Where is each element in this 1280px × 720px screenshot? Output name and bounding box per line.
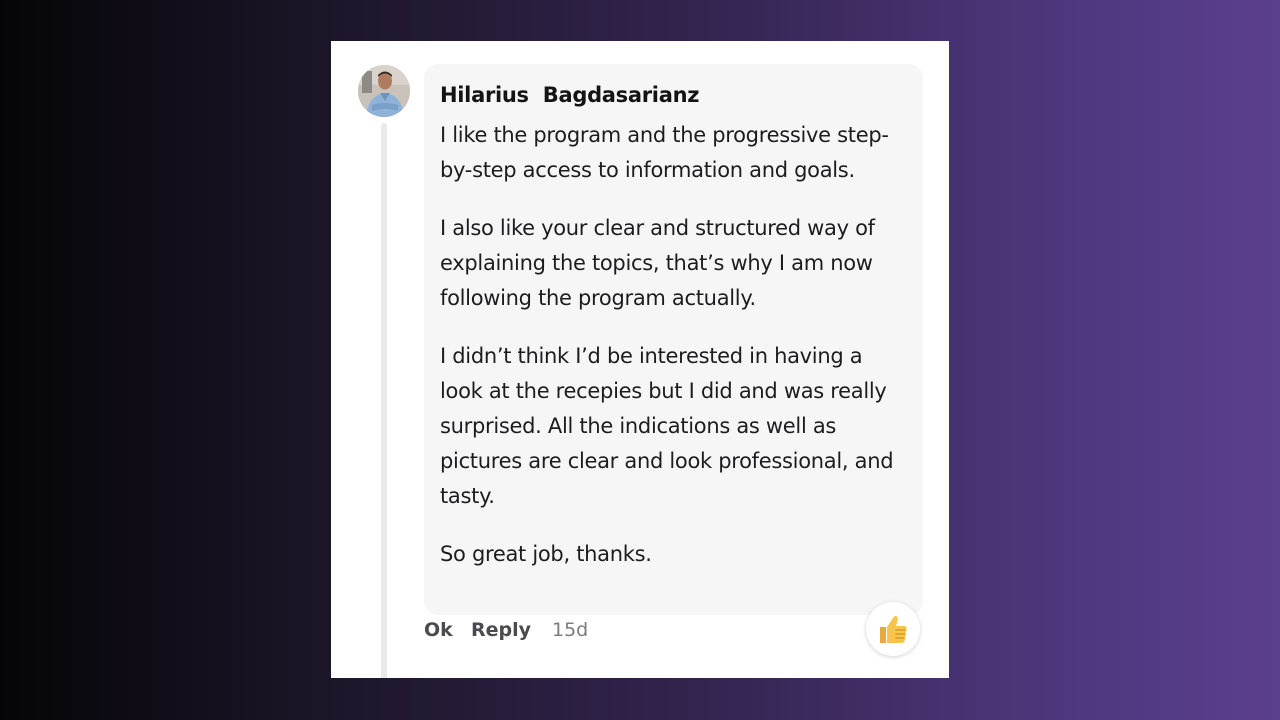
comment-bubble: Hilarius Bagdasarianz I like the program…	[424, 64, 923, 615]
comment-paragraph: So great job, thanks.	[440, 542, 652, 566]
avatar-photo	[358, 65, 410, 117]
comment-paragraph: I didn’t think I’d be interested in havi…	[440, 344, 894, 508]
comment-paragraph: I like the program and the progressive s…	[440, 123, 889, 182]
comment-body: I like the program and the progressive s…	[440, 118, 910, 572]
thumbs-up-icon	[880, 616, 907, 643]
reaction-button[interactable]	[866, 602, 920, 656]
reply-button[interactable]: Reply	[471, 619, 531, 641]
author-name[interactable]: Hilarius Bagdasarianz	[440, 83, 699, 107]
comment-paragraph: I also like your clear and structured wa…	[440, 216, 875, 310]
comment-card: Hilarius Bagdasarianz I like the program…	[331, 41, 949, 678]
ok-button[interactable]: Ok	[424, 619, 453, 641]
avatar[interactable]	[358, 65, 410, 117]
thread-line	[381, 123, 387, 678]
comment-timestamp: 15d	[552, 619, 589, 641]
